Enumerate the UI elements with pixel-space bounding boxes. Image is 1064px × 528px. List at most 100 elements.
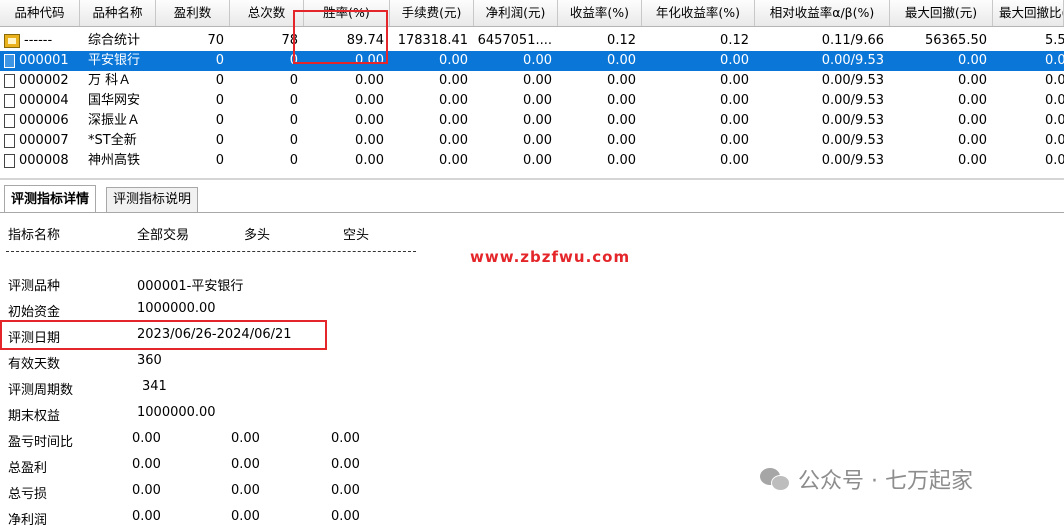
cell-ret: 0.00 [607,153,636,168]
metrics-detail-panel: 指标名称 全部交易 多头 空头 www.zbzfwu.com 评测品种 00000… [0,213,1064,528]
cell-code: 000008 [0,151,80,171]
cell-ab: 0.00/9.53 [821,153,884,168]
results-table: 品种代码 品种名称 盈利数 总次数 胜率(%) 手续费(元) 净利润(元) 收益… [0,0,1064,180]
cell-annual: 0.00 [720,93,749,108]
document-icon [4,154,15,168]
wechat-icon [760,466,790,492]
stat-value: 0.00 [132,457,161,472]
stat-value: 0.00 [331,431,360,446]
cell-net: 0.00 [523,93,552,108]
col-net-profit[interactable]: 净利润(元) [474,0,558,26]
table-row[interactable]: 000001 平安银行 0 0 0.00 0.00 0.00 0.00 0.00 0.00/9.5… [0,51,1064,71]
cell-ddr: 0.0 [1045,113,1064,128]
cell-total: 0 [289,113,298,128]
cell-ddr: 0.0 [1045,153,1064,168]
separator-line [6,251,416,252]
info-label: 期末权益 [8,409,61,424]
stat-value: 0.00 [132,431,161,446]
cell-rate: 0.00 [355,153,384,168]
cell-net: 6457051.... [477,33,552,48]
cell-win: 0 [215,113,224,128]
cell-ddr: 0.0 [1045,133,1064,148]
stat-value: 0.00 [132,509,161,524]
stat-value: 0.00 [231,483,260,498]
cell-name: 神州高铁 [88,153,141,168]
cell-ret: 0.00 [607,73,636,88]
info-value: 341 [142,379,167,394]
watermark: 公众号 · 七万起家 [760,463,973,495]
col-code[interactable]: 品种代码 [0,0,80,26]
cell-rate: 0.00 [355,133,384,148]
tab-metrics-explain[interactable]: 评测指标说明 [106,187,199,213]
col-fee[interactable]: 手续费(元) [390,0,474,26]
stat-value: 0.00 [331,509,360,524]
info-label: 初始资金 [8,305,61,320]
table-row[interactable]: 000004 国华网安 0 0 0.00 0.00 0.00 0.00 0.00 0.00/9.5… [0,91,1064,111]
stat-label: 盈亏时间比 [8,435,74,450]
stat-value: 0.00 [231,509,260,524]
cell-code: 000002 [0,71,80,91]
horizontal-scrollbar[interactable] [0,178,1064,180]
site-url: www.zbzfwu.com [470,248,631,266]
stat-value: 0.00 [132,483,161,498]
cell-net: 0.00 [523,113,552,128]
info-label: 评测周期数 [8,383,74,398]
cell-win: 0 [215,93,224,108]
cell-annual: 0.00 [720,73,749,88]
document-icon [4,94,15,108]
cell-ab: 0.00/9.53 [821,133,884,148]
col-max-dd-ratio[interactable]: 最大回撤比(% [993,0,1064,26]
col-return[interactable]: 收益率(%) [558,0,642,26]
cell-code: 000006 [0,111,80,131]
cell-code: 000001 [0,51,80,71]
cell-win: 0 [215,153,224,168]
cell-dd: 0.00 [958,93,987,108]
cell-ab: 0.00/9.53 [821,73,884,88]
table-row[interactable]: 000002 万 科Ａ 0 0 0.00 0.00 0.00 0.00 0.00 0.00/9.5… [0,71,1064,91]
col-alpha-beta[interactable]: 相对收益率α/β(%) [755,0,890,26]
highlight-test-date [0,320,327,350]
document-icon [4,74,15,88]
stat-label: 总盈利 [8,461,48,476]
document-icon [4,114,15,128]
table-row[interactable]: 000006 深振业Ａ 0 0 0.00 0.00 0.00 0.00 0.00 0.00/9.5… [0,111,1064,131]
table-row[interactable]: ------ 综合统计 70 78 89.74 178318.41 6457051.... 0… [0,31,1064,51]
cell-ddr: 0.0 [1045,73,1064,88]
stat-value: 0.00 [231,457,260,472]
cell-fee: 178318.41 [397,33,468,48]
stat-value: 0.00 [231,431,260,446]
detail-header-long: 多头 [244,228,271,243]
stat-label: 净利润 [8,513,48,528]
table-row[interactable]: 000007 *ST全新 0 0 0.00 0.00 0.00 0.00 0.00 0.00/9.… [0,131,1064,151]
cell-annual: 0.00 [720,53,749,68]
cell-name: 国华网安 [88,93,141,108]
tab-metrics-detail[interactable]: 评测指标详情 [4,185,97,213]
cell-fee: 0.00 [439,153,468,168]
col-annual[interactable]: 年化收益率(%) [642,0,755,26]
table-body: ------ 综合统计 70 78 89.74 178318.41 6457051.... 0… [0,31,1064,171]
info-value: 1000000.00 [137,301,216,316]
cell-ddr: 0.0 [1045,93,1064,108]
document-icon [4,54,15,68]
cell-ddr: 5.5 [1045,33,1064,48]
cell-code-text: 000008 [19,153,69,168]
folder-icon [4,34,20,48]
cell-fee: 0.00 [439,73,468,88]
info-value: 360 [137,353,162,368]
cell-name: 综合统计 [88,33,141,48]
table-row[interactable]: 000008 神州高铁 0 0 0.00 0.00 0.00 0.00 0.00 0.00/9.5… [0,151,1064,171]
detail-tabs: 评测指标详情 评测指标说明 [0,185,1064,213]
cell-total: 0 [289,133,298,148]
cell-dd: 0.00 [958,133,987,148]
document-icon [4,134,15,148]
cell-code-text: ------ [24,33,53,48]
cell-rate: 0.00 [355,113,384,128]
cell-ret: 0.00 [607,113,636,128]
info-label: 有效天数 [8,357,61,372]
cell-code-text: 000002 [19,73,69,88]
cell-ret: 0.00 [607,133,636,148]
col-win[interactable]: 盈利数 [156,0,230,26]
col-max-dd[interactable]: 最大回撤(元) [890,0,993,26]
cell-code-text: 000007 [19,133,69,148]
col-name[interactable]: 品种名称 [80,0,156,26]
